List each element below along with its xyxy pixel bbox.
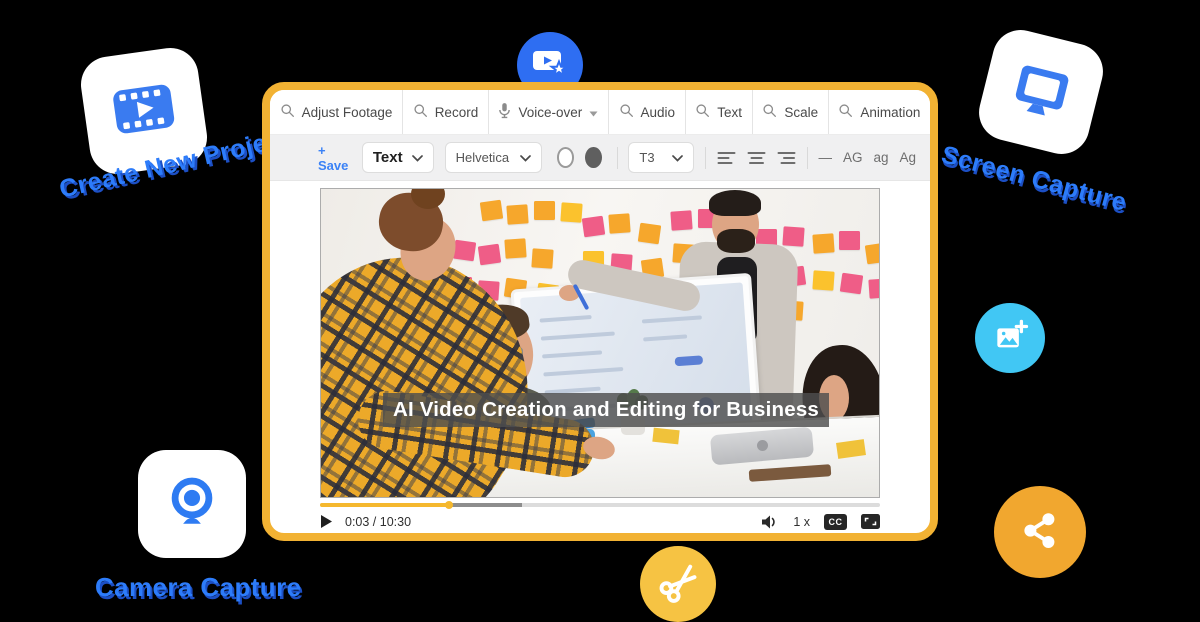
menu-label: Scale bbox=[784, 105, 818, 120]
top-menu: Adjust Footage Record Voice-over Audio T… bbox=[270, 90, 930, 135]
search-icon bbox=[619, 103, 634, 121]
color-swatch-white[interactable] bbox=[557, 147, 574, 168]
menu-item-voice-over[interactable]: Voice-over bbox=[489, 90, 609, 134]
sticky-note-on-table bbox=[652, 428, 679, 445]
sticky-note bbox=[868, 278, 880, 298]
sticky-note bbox=[812, 233, 834, 253]
menu-label: Animation bbox=[860, 105, 920, 120]
video-star-icon bbox=[531, 47, 569, 84]
monitor-icon bbox=[1006, 57, 1076, 126]
menu-item-audio[interactable]: Audio bbox=[609, 90, 686, 134]
align-left-button[interactable] bbox=[717, 151, 736, 165]
film-play-icon bbox=[108, 76, 180, 145]
sticky-note bbox=[670, 210, 692, 230]
player-controls: 0:03 / 10:30 1 x CC bbox=[320, 507, 880, 536]
time-display: 0:03 / 10:30 bbox=[345, 515, 411, 529]
sticky-note bbox=[608, 213, 630, 233]
chevron-down-icon bbox=[520, 150, 531, 165]
sticky-note bbox=[506, 204, 528, 224]
screen-capture-card bbox=[973, 24, 1109, 160]
sticky-note bbox=[504, 238, 526, 258]
save-button[interactable]: + Save bbox=[318, 143, 351, 173]
volume-button[interactable] bbox=[761, 514, 779, 530]
font-value: Helvetica bbox=[456, 150, 509, 165]
seek-bar-knob[interactable] bbox=[445, 501, 453, 509]
sticky-note bbox=[531, 248, 553, 268]
seek-bar-buffered bbox=[449, 503, 522, 507]
case-title-button[interactable]: Ag bbox=[900, 150, 917, 165]
video-caption: AI Video Creation and Editing for Busine… bbox=[383, 393, 829, 427]
color-swatch-gray[interactable] bbox=[585, 147, 602, 168]
seek-bar[interactable] bbox=[320, 503, 880, 507]
divider bbox=[705, 147, 706, 169]
screen-capture-label: Screen Capture bbox=[938, 140, 1129, 217]
menu-label: Record bbox=[435, 105, 479, 120]
text-style-value: Text bbox=[373, 149, 403, 166]
presenter-hair bbox=[709, 190, 761, 216]
play-button[interactable] bbox=[320, 514, 333, 529]
captions-button[interactable]: CC bbox=[824, 514, 847, 530]
menu-label: Voice-over bbox=[518, 105, 582, 120]
menu-label: Audio bbox=[641, 105, 676, 120]
divider bbox=[807, 147, 808, 169]
search-icon bbox=[695, 103, 710, 121]
share-badge bbox=[994, 486, 1086, 578]
sticky-note bbox=[865, 243, 880, 265]
sticky-note bbox=[839, 231, 860, 250]
fullscreen-button[interactable] bbox=[861, 514, 880, 529]
menu-item-text[interactable]: Text bbox=[686, 90, 753, 134]
sticky-note bbox=[812, 270, 834, 290]
microphone-icon bbox=[498, 102, 511, 122]
format-bar: + Save Text Helvetica T3 — AG ag Ag bbox=[270, 135, 930, 181]
sticky-note bbox=[560, 202, 582, 222]
scissors-icon bbox=[656, 560, 700, 609]
camera-capture-card bbox=[138, 450, 246, 558]
sticky-note bbox=[582, 216, 605, 238]
font-dropdown[interactable]: Helvetica bbox=[445, 142, 542, 173]
sticky-note bbox=[453, 240, 476, 262]
menu-item-adjust-footage[interactable]: Adjust Footage bbox=[270, 90, 403, 134]
presenter-beard bbox=[717, 229, 755, 253]
case-upper-button[interactable]: AG bbox=[843, 150, 863, 165]
sticky-note bbox=[534, 201, 555, 220]
add-image-badge bbox=[975, 303, 1045, 373]
search-icon bbox=[280, 103, 295, 121]
camera-capture-label: Camera Capture bbox=[95, 572, 301, 603]
sticky-note bbox=[478, 244, 501, 266]
text-style-dropdown[interactable]: Text bbox=[362, 142, 434, 173]
canvas: { "floating": { "create_new_project": "C… bbox=[0, 0, 1200, 619]
image-plus-icon bbox=[991, 317, 1029, 360]
share-icon bbox=[1016, 506, 1064, 559]
menu-label: Adjust Footage bbox=[302, 105, 393, 120]
size-value: T3 bbox=[639, 150, 654, 165]
chevron-down-icon bbox=[412, 149, 423, 166]
video-preview[interactable]: AI Video Creation and Editing for Busine… bbox=[320, 188, 880, 498]
case-lower-button[interactable]: ag bbox=[873, 150, 888, 165]
trim-badge bbox=[640, 546, 716, 622]
laptop-logo bbox=[757, 440, 768, 451]
menu-item-scale[interactable]: Scale bbox=[753, 90, 829, 134]
webcam-icon bbox=[163, 473, 221, 536]
editor-window: Adjust Footage Record Voice-over Audio T… bbox=[262, 82, 938, 541]
align-center-button[interactable] bbox=[747, 151, 766, 165]
search-icon bbox=[762, 103, 777, 121]
sticky-note bbox=[840, 273, 863, 295]
align-right-button[interactable] bbox=[777, 151, 796, 165]
search-icon bbox=[838, 103, 853, 121]
size-dropdown[interactable]: T3 bbox=[628, 142, 693, 173]
sticky-note bbox=[782, 226, 804, 246]
seek-bar-played bbox=[320, 503, 449, 507]
divider bbox=[617, 147, 618, 169]
playback-speed-button[interactable]: 1 x bbox=[793, 515, 810, 529]
search-icon bbox=[413, 103, 428, 121]
sticky-note bbox=[480, 200, 503, 222]
caret-down-icon bbox=[589, 105, 598, 120]
menu-label: Text bbox=[717, 105, 742, 120]
dash-button[interactable]: — bbox=[818, 150, 832, 165]
chevron-down-icon bbox=[672, 150, 683, 165]
menu-item-record[interactable]: Record bbox=[403, 90, 489, 134]
menu-item-animation[interactable]: Animation bbox=[829, 90, 930, 134]
sticky-note bbox=[638, 223, 661, 245]
